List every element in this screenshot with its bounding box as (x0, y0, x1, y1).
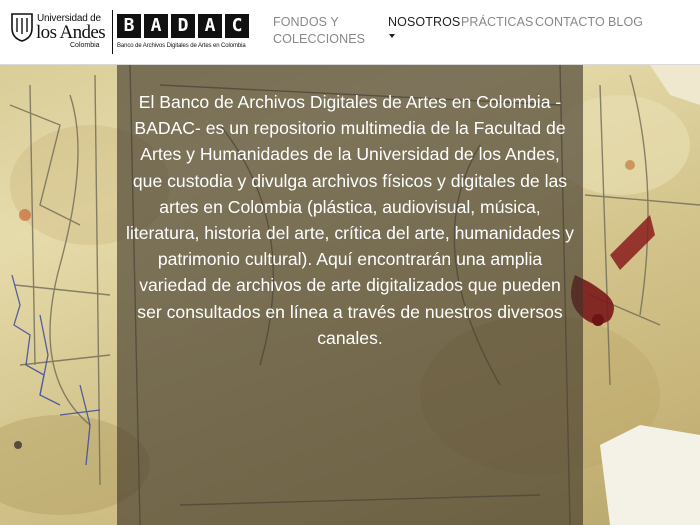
nav-blog[interactable]: BLOG (608, 14, 643, 31)
badac-logo[interactable]: B A D A C Banco de Archivos Digitales de… (117, 14, 257, 54)
badac-letters: B A D A C (117, 14, 257, 38)
badac-letter: C (225, 14, 249, 38)
nav-practicas[interactable]: PRÁCTICAS (461, 14, 533, 31)
chevron-down-icon[interactable] (389, 34, 395, 38)
hero-description: El Banco de Archivos Digitales de Artes … (126, 92, 574, 348)
badac-subtitle: Banco de Archivos Digitales de Artes en … (117, 43, 246, 49)
nav-fondos-colecciones[interactable]: FONDOS Y COLECCIONES (273, 14, 373, 48)
university-name-line2: los Andes (36, 22, 106, 43)
uniandes-logo[interactable]: Universidad de los Andes Colombia (10, 12, 106, 52)
badac-letter: D (171, 14, 195, 38)
badac-letter: A (198, 14, 222, 38)
badac-letter: B (117, 14, 141, 38)
university-crest-icon (11, 13, 33, 42)
badac-letter: A (144, 14, 168, 38)
site-header: Universidad de los Andes Colombia B A D … (0, 0, 700, 65)
nav-nosotros[interactable]: NOSOTROS (388, 14, 460, 31)
hero-section: El Banco de Archivos Digitales de Artes … (0, 65, 700, 525)
nav-contacto[interactable]: CONTACTO (535, 14, 605, 31)
logo-divider (112, 10, 113, 54)
university-country: Colombia (70, 42, 100, 49)
